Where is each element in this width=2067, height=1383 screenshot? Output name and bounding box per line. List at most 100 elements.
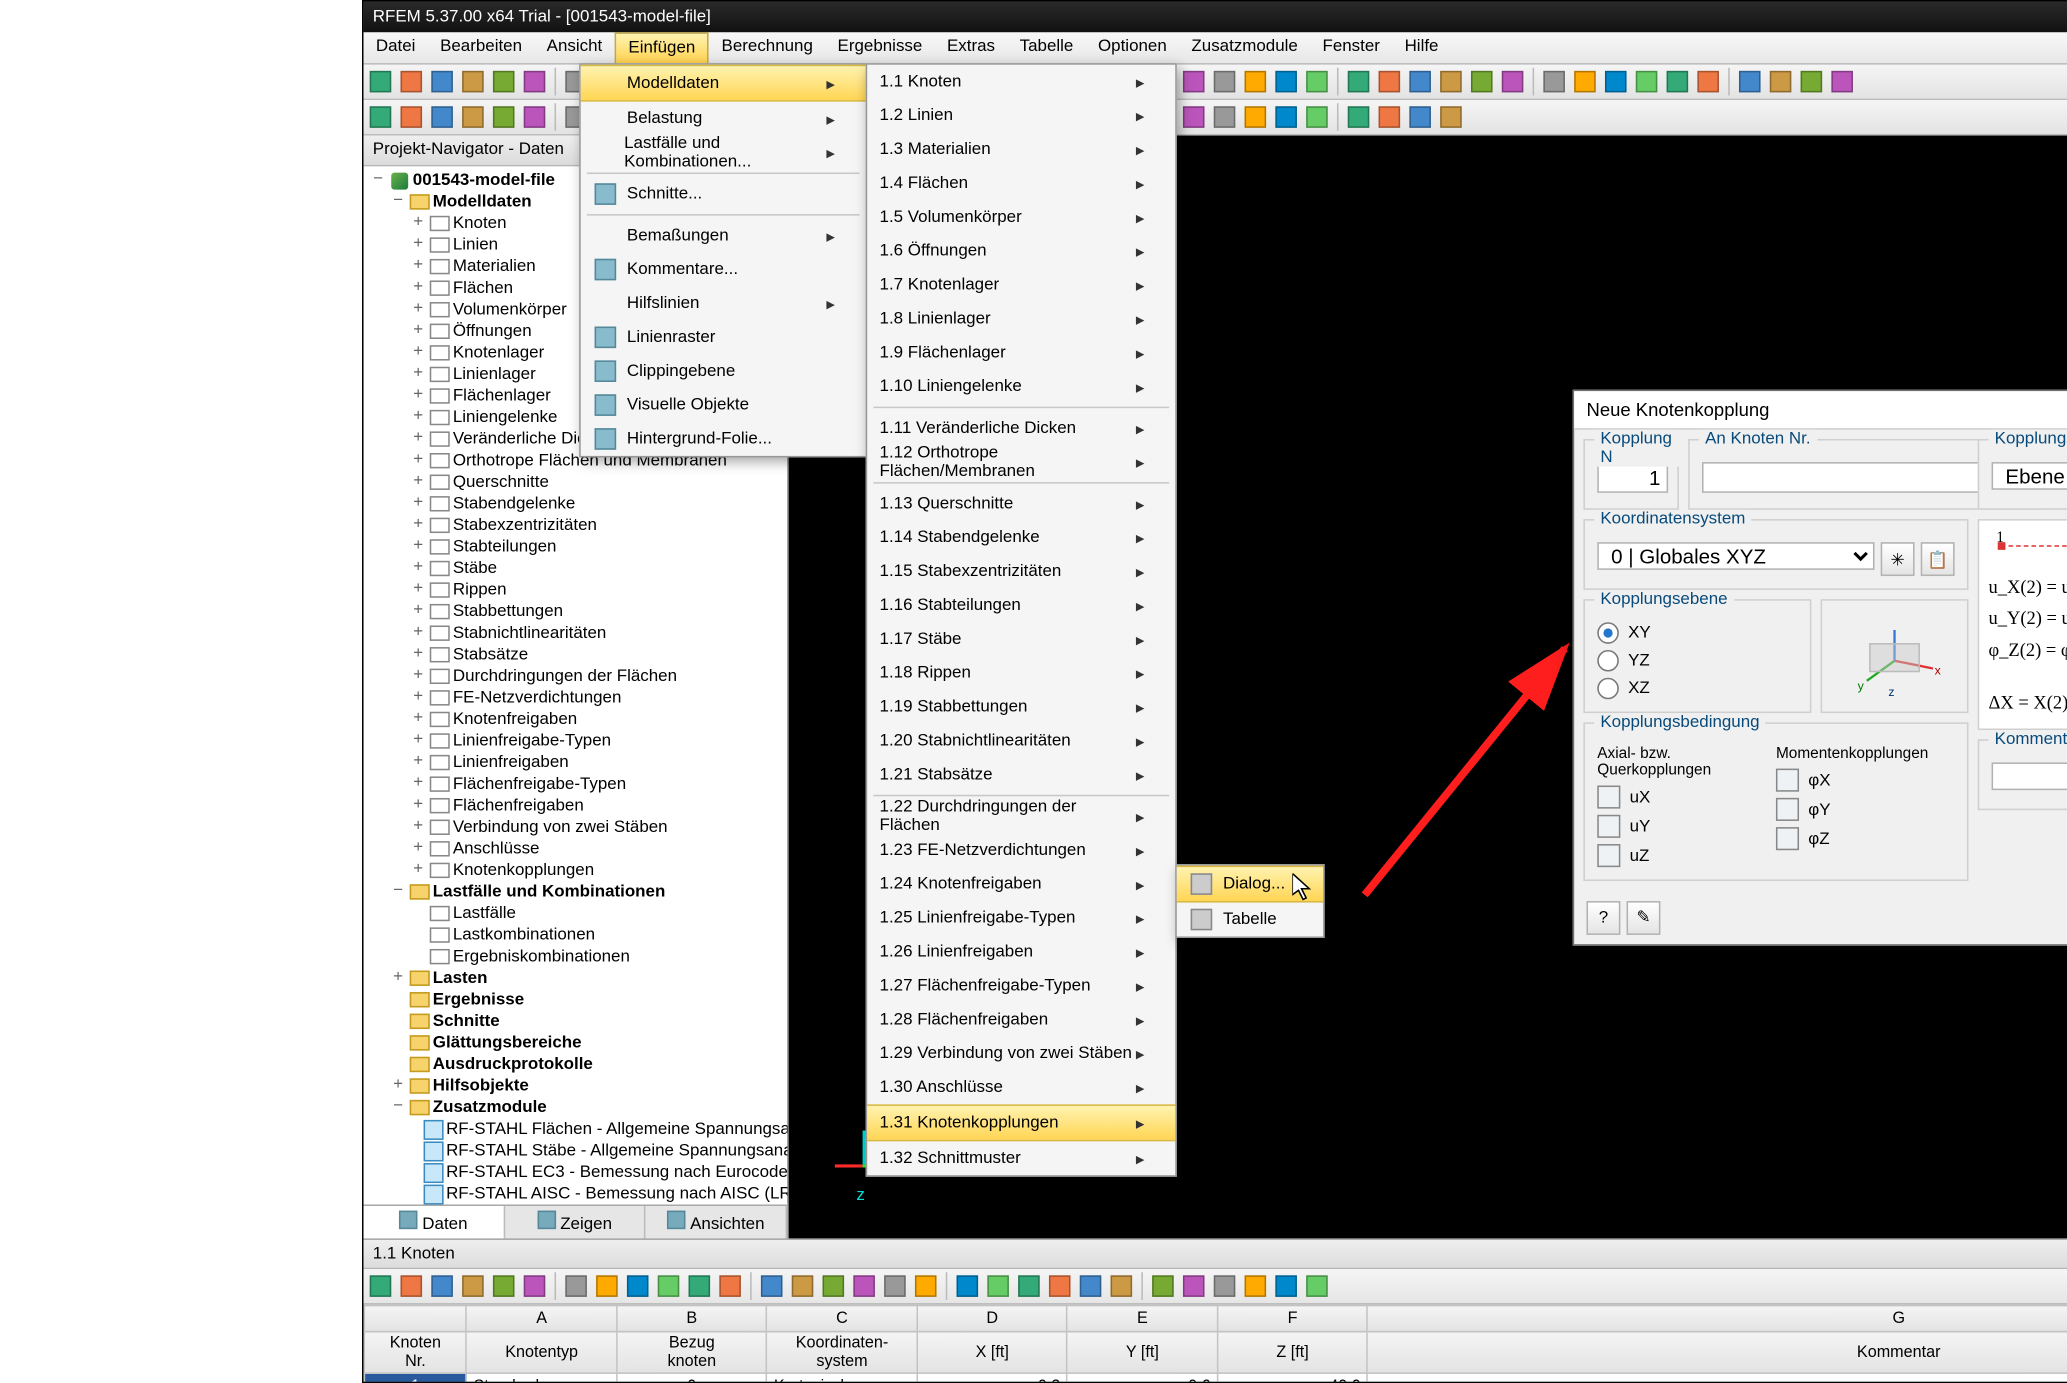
plane-radio-yz[interactable]: YZ	[1597, 650, 1797, 672]
modelldaten-submenu[interactable]: 1.1 Knoten▸1.2 Linien▸1.3 Materialien▸1.…	[865, 63, 1176, 1177]
tree-item[interactable]: +Stäbe	[369, 558, 786, 580]
tree-item[interactable]: +Lastkombinationen	[369, 924, 786, 946]
insert-menu[interactable]: Modelldaten▸Belastung▸Lastfälle und Komb…	[579, 63, 867, 457]
edit-cs-button[interactable]: 📋	[1920, 542, 1954, 576]
menu-item[interactable]: 1.18 Rippen▸	[867, 656, 1175, 690]
tree-item[interactable]: +Stabbettungen	[369, 601, 786, 623]
toolbar-button[interactable]	[1210, 1272, 1238, 1300]
toolbar-button[interactable]	[428, 103, 456, 131]
menu-item[interactable]: 1.26 Linienfreigaben▸	[867, 935, 1175, 969]
toolbar-button[interactable]	[1406, 103, 1434, 131]
menu-fenster[interactable]: Fenster	[1310, 32, 1392, 63]
tree-item[interactable]: +Schnitte	[369, 1010, 786, 1032]
toolbar-button[interactable]	[459, 68, 487, 96]
menu-item[interactable]: 1.9 Flächenlager▸	[867, 336, 1175, 370]
menu-item[interactable]: 1.25 Linienfreigabe-Typen▸	[867, 901, 1175, 935]
toolbar-button[interactable]	[716, 1272, 744, 1300]
tree-item[interactable]: +Glättungsbereiche	[369, 1032, 786, 1054]
menu-berechnung[interactable]: Berechnung	[709, 32, 825, 63]
menu-item[interactable]: 1.27 Flächenfreigabe-Typen▸	[867, 969, 1175, 1003]
toolbar-button[interactable]	[1437, 68, 1465, 96]
u-check[interactable]: uX	[1597, 786, 1776, 809]
toolbar-button[interactable]	[1179, 103, 1207, 131]
tree-item[interactable]: +Ausdruckprotokolle	[369, 1054, 786, 1076]
menu-item[interactable]: 1.10 Liniengelenke▸	[867, 370, 1175, 404]
toolbar-button[interactable]	[850, 1272, 878, 1300]
tree-item[interactable]: +RF-STAHL AISC - Bemessung nach AISC (LR…	[369, 1183, 786, 1205]
menu-item[interactable]: Clippingebene	[580, 354, 865, 388]
menu-ansicht[interactable]: Ansicht	[534, 32, 614, 63]
menu-datei[interactable]: Datei	[363, 32, 427, 63]
new-cs-button[interactable]: ✳	[1880, 542, 1914, 576]
navigator-tab[interactable]: Zeigen	[504, 1206, 645, 1238]
toolbar-button[interactable]	[1241, 68, 1269, 96]
toolbar-button[interactable]	[562, 1272, 590, 1300]
toolbar-button[interactable]	[428, 1272, 456, 1300]
phi-check[interactable]: φZ	[1775, 827, 1954, 850]
toolbar-button[interactable]	[1241, 103, 1269, 131]
toolbar-button[interactable]	[397, 1272, 425, 1300]
menu-zusatzmodule[interactable]: Zusatzmodule	[1179, 32, 1310, 63]
toolbar-button[interactable]	[685, 1272, 713, 1300]
tree-item[interactable]: +Ergebniskombinationen	[369, 946, 786, 968]
tree-item[interactable]: +FE-Netzverdichtungen	[369, 687, 786, 709]
toolbar-button[interactable]	[953, 1272, 981, 1300]
menu-item[interactable]: 1.28 Flächenfreigaben▸	[867, 1003, 1175, 1037]
tree-item[interactable]: +Querschnitte	[369, 471, 786, 493]
menu-item[interactable]: Schnitte...	[580, 177, 865, 211]
toolbar-button[interactable]	[1344, 103, 1372, 131]
tree-item[interactable]: +Rippen	[369, 579, 786, 601]
toolbar-button[interactable]	[1045, 1272, 1073, 1300]
menu-item[interactable]: 1.30 Anschlüsse▸	[867, 1070, 1175, 1104]
toolbar-button[interactable]	[489, 68, 517, 96]
toolbar-button[interactable]	[1694, 68, 1722, 96]
menu-hilfe[interactable]: Hilfe	[1392, 32, 1451, 63]
tree-item[interactable]: +Lasten	[369, 967, 786, 989]
coupling-type-select[interactable]: Ebene	[1991, 462, 2067, 490]
menu-item[interactable]: 1.13 Querschnitte▸	[867, 487, 1175, 521]
toolbar-button[interactable]	[1303, 1272, 1331, 1300]
data-table[interactable]: ABCDEFGKnotenNr.KnotentypBezugknotenKoor…	[363, 1305, 2067, 1383]
toolbar-button[interactable]	[1467, 68, 1495, 96]
toolbar-button[interactable]	[1210, 68, 1238, 96]
toolbar-button[interactable]	[1241, 1272, 1269, 1300]
toolbar-button[interactable]	[911, 1272, 939, 1300]
menu-item[interactable]: Bemaßungen▸	[580, 219, 865, 253]
tree-item[interactable]: +RF-STAHL EC3 - Bemessung nach Eurocode …	[369, 1161, 786, 1183]
menu-item[interactable]: 1.6 Öffnungen▸	[867, 234, 1175, 268]
menu-item[interactable]: 1.23 FE-Netzverdichtungen▸	[867, 833, 1175, 867]
toolbar-button[interactable]	[1272, 1272, 1300, 1300]
navigator-tab[interactable]: Ansichten	[645, 1206, 786, 1238]
menu-item[interactable]: Tabelle	[1176, 903, 1322, 937]
u-check[interactable]: uY	[1597, 815, 1776, 838]
menu-item[interactable]: Belastung▸	[580, 102, 865, 136]
menu-item[interactable]: 1.20 Stabnichtlinearitäten▸	[867, 724, 1175, 758]
menu-item[interactable]: 1.2 Linien▸	[867, 99, 1175, 133]
menu-item[interactable]: 1.8 Linienlager▸	[867, 302, 1175, 336]
dialog-titlebar[interactable]: Neue Knotenkopplung ✕	[1574, 391, 2067, 430]
toolbar-button[interactable]	[397, 68, 425, 96]
toolbar-button[interactable]	[366, 103, 394, 131]
toolbar-button[interactable]	[1303, 103, 1331, 131]
details-button[interactable]: ✎	[1626, 900, 1660, 934]
toolbar-button[interactable]	[788, 1272, 816, 1300]
menu-ergebnisse[interactable]: Ergebnisse	[825, 32, 934, 63]
navigator-tab[interactable]: Daten	[363, 1206, 504, 1238]
toolbar-button[interactable]	[1632, 68, 1660, 96]
tree-item[interactable]: +Ergebnisse	[369, 989, 786, 1011]
table-toolbar[interactable]	[363, 1269, 2067, 1304]
toolbar-button[interactable]	[520, 103, 548, 131]
plane-radio-xy[interactable]: XY	[1597, 622, 1797, 644]
toolbar-button[interactable]	[1437, 103, 1465, 131]
toolbar-button[interactable]	[1015, 1272, 1043, 1300]
menu-item[interactable]: Lastfälle und Kombinationen...▸	[580, 136, 865, 170]
menu-item[interactable]: Linienraster	[580, 320, 865, 354]
tree-item[interactable]: +Stabexzentrizitäten	[369, 514, 786, 536]
tree-item[interactable]: −Zusatzmodule	[369, 1097, 786, 1119]
tree-item[interactable]: +Lastfälle	[369, 903, 786, 925]
toolbar-button[interactable]	[1540, 68, 1568, 96]
help-button[interactable]: ?	[1586, 900, 1620, 934]
menu-item[interactable]: 1.17 Stäbe▸	[867, 622, 1175, 656]
toolbar-button[interactable]	[1272, 103, 1300, 131]
tree-item[interactable]: +Linienfreigaben	[369, 752, 786, 774]
